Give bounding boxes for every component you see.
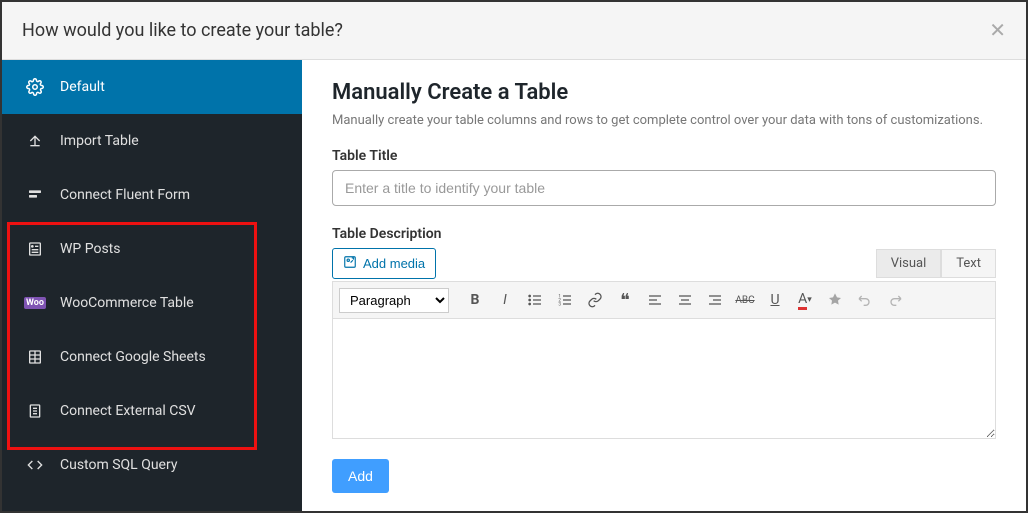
modal-header: How would you like to create your table?…: [2, 2, 1026, 60]
content-subtitle: Manually create your table columns and r…: [332, 113, 996, 128]
text-color-button[interactable]: A▾: [791, 286, 819, 314]
clear-format-button[interactable]: [821, 286, 849, 314]
table-title-label: Table Title: [332, 148, 996, 164]
sidebar-item-fluent-form[interactable]: Connect Fluent Form: [2, 168, 302, 222]
tab-visual[interactable]: Visual: [876, 249, 942, 278]
gear-icon: [26, 78, 44, 96]
sidebar-item-woocommerce[interactable]: Woo WooCommerce Table: [2, 276, 302, 330]
sidebar-item-import[interactable]: Import Table: [2, 114, 302, 168]
sheets-icon: [26, 348, 44, 366]
number-list-button[interactable]: 123: [551, 286, 579, 314]
editor-toolbar: Paragraph B I 123 ❝: [332, 281, 996, 319]
table-desc-label: Table Description: [332, 226, 996, 242]
table-title-input[interactable]: [332, 170, 996, 206]
underline-button[interactable]: U: [761, 286, 789, 314]
close-button[interactable]: ✕: [989, 18, 1006, 43]
content-title: Manually Create a Table: [332, 80, 996, 105]
sidebar-item-label: Custom SQL Query: [60, 457, 177, 473]
sidebar-item-label: WP Posts: [60, 241, 120, 257]
editor-top-row: Add media Visual Text: [332, 248, 996, 279]
sidebar-item-label: Connect External CSV: [60, 403, 196, 419]
add-media-label: Add media: [363, 256, 425, 271]
link-button[interactable]: [581, 286, 609, 314]
quote-button[interactable]: ❝: [611, 286, 639, 314]
content-area: Manually Create a Table Manually create …: [302, 60, 1026, 511]
align-left-button[interactable]: [641, 286, 669, 314]
description-editor[interactable]: [332, 319, 996, 439]
sidebar: Default Import Table Connect Fluent Form…: [2, 60, 302, 511]
bullet-list-button[interactable]: [521, 286, 549, 314]
modal-title: How would you like to create your table?: [22, 20, 343, 41]
sidebar-item-label: Import Table: [60, 133, 139, 149]
strikethrough-button[interactable]: ABC: [731, 286, 759, 314]
upload-icon: [26, 132, 44, 150]
woocommerce-icon: Woo: [26, 294, 44, 312]
add-media-button[interactable]: Add media: [332, 248, 436, 279]
sidebar-item-sql-query[interactable]: Custom SQL Query: [2, 438, 302, 492]
sidebar-item-label: Connect Google Sheets: [60, 349, 206, 365]
sidebar-item-label: Connect Fluent Form: [60, 187, 190, 203]
redo-button[interactable]: [881, 286, 909, 314]
create-table-modal: How would you like to create your table?…: [0, 0, 1028, 513]
add-button[interactable]: Add: [332, 459, 389, 493]
close-icon: ✕: [989, 20, 1006, 42]
form-icon: [26, 186, 44, 204]
sidebar-item-label: Default: [60, 79, 105, 95]
sidebar-item-label: WooCommerce Table: [60, 295, 194, 311]
posts-icon: [26, 240, 44, 258]
media-icon: [343, 255, 357, 272]
align-center-button[interactable]: [671, 286, 699, 314]
sidebar-item-default[interactable]: Default: [2, 60, 302, 114]
svg-text:3: 3: [558, 301, 561, 307]
sidebar-item-wp-posts[interactable]: WP Posts: [2, 222, 302, 276]
modal-body: Default Import Table Connect Fluent Form…: [2, 60, 1026, 511]
code-icon: [26, 456, 44, 474]
sidebar-item-external-csv[interactable]: Connect External CSV: [2, 384, 302, 438]
undo-button[interactable]: [851, 286, 879, 314]
sidebar-item-google-sheets[interactable]: Connect Google Sheets: [2, 330, 302, 384]
csv-icon: [26, 402, 44, 420]
italic-button[interactable]: I: [491, 286, 519, 314]
bold-button[interactable]: B: [461, 286, 489, 314]
tab-text[interactable]: Text: [941, 249, 996, 278]
editor-tabs: Visual Text: [876, 249, 996, 278]
paragraph-select[interactable]: Paragraph: [339, 288, 449, 313]
align-right-button[interactable]: [701, 286, 729, 314]
